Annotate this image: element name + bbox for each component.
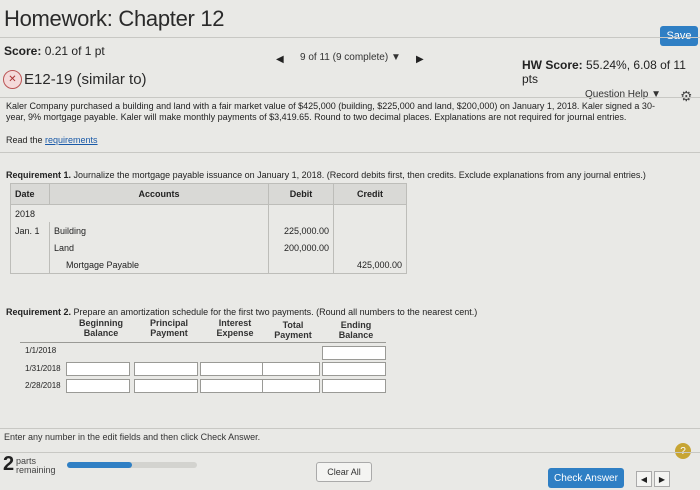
- table-row: 2018: [10, 204, 407, 223]
- hint-text: Enter any number in the edit fields and …: [4, 432, 261, 442]
- date-cell: 2/28/2018: [25, 381, 61, 390]
- question-id: E12-19 (similar to): [24, 71, 147, 88]
- caret-left-icon[interactable]: ◀: [636, 471, 652, 487]
- progress-bar: [67, 462, 197, 468]
- credit-cell: [333, 204, 407, 222]
- divider: [20, 342, 386, 343]
- divider: [0, 97, 700, 98]
- ending-balance-input[interactable]: [322, 379, 386, 393]
- debit-cell: [268, 256, 334, 274]
- debit-header: Debit: [268, 183, 334, 205]
- requirement-1-instruction: Requirement 1. Journalize the mortgage p…: [6, 170, 686, 180]
- score-label: Score:: [4, 44, 42, 58]
- score-value: 0.21 of 1 pt: [44, 44, 105, 58]
- ending-balance-input[interactable]: [322, 346, 386, 360]
- progress-bar-fill: [67, 462, 132, 468]
- caret-right-icon[interactable]: ▶: [654, 471, 670, 487]
- ending-balance-input[interactable]: [322, 362, 386, 376]
- dropdown-caret-icon: ▼: [651, 89, 662, 100]
- credit-cell: [333, 222, 407, 239]
- total-payment-input[interactable]: [262, 362, 320, 376]
- hw-score-label: HW Score:: [522, 58, 583, 72]
- parts-remaining-count: 2: [3, 453, 15, 475]
- debit-cell: [268, 204, 334, 222]
- year-cell: 2018: [10, 204, 50, 222]
- beginning-balance-input[interactable]: [66, 362, 130, 376]
- beginning-balance-header: Beginning Balance: [79, 318, 123, 338]
- check-answer-button[interactable]: Check Answer: [548, 468, 624, 488]
- account-cell: [50, 205, 269, 223]
- question-count: 9 of 11 (9 complete): [300, 52, 389, 63]
- beginning-balance-input[interactable]: [66, 379, 130, 393]
- clear-all-button[interactable]: Clear All: [316, 462, 372, 482]
- hw-score: HW Score: 55.24%, 6.08 of 11 pts: [522, 58, 700, 86]
- requirement-1-label: Requirement 1.: [6, 170, 72, 180]
- requirement-2-instruction: Requirement 2. Prepare an amortization s…: [6, 307, 686, 317]
- interest-expense-input[interactable]: [200, 379, 264, 393]
- dropdown-caret-icon: ▼: [390, 52, 401, 63]
- account-cell: Mortgage Payable: [49, 256, 269, 274]
- page-title: Homework: Chapter 12: [4, 6, 225, 31]
- principal-payment-input[interactable]: [134, 379, 198, 393]
- divider: [0, 152, 700, 153]
- date-header: Date: [10, 183, 50, 205]
- account-cell: Building: [49, 222, 269, 239]
- principal-payment-header: Principal Payment: [149, 318, 188, 338]
- principal-payment-input[interactable]: [134, 362, 198, 376]
- save-button[interactable]: Save: [660, 26, 698, 46]
- divider: [0, 452, 700, 453]
- divider: [0, 428, 700, 429]
- interest-expense-header: Interest Expense: [216, 318, 254, 338]
- credit-header: Credit: [333, 183, 407, 205]
- date-cell: 1/1/2018: [25, 346, 57, 355]
- total-payment-input[interactable]: [262, 379, 320, 393]
- parts-remaining-label: parts remaining: [16, 457, 56, 475]
- credit-cell: [333, 239, 407, 256]
- total-payment-header: Total Payment: [274, 320, 312, 340]
- table-row: Mortgage Payable 425,000.00: [10, 256, 407, 274]
- help-question-icon[interactable]: ?: [675, 443, 691, 459]
- date-cell: Jan. 1: [10, 222, 50, 239]
- account-cell: Land: [49, 239, 269, 256]
- requirement-1-text: Journalize the mortgage payable issuance…: [71, 170, 646, 180]
- date-cell: [10, 256, 50, 274]
- read-prefix: Read the: [6, 135, 46, 145]
- caret-right-icon[interactable]: ▶: [416, 54, 424, 65]
- table-row: Land 200,000.00: [10, 239, 407, 256]
- date-cell: [10, 239, 50, 256]
- divider: [0, 37, 700, 38]
- caret-left-icon[interactable]: ◀: [276, 54, 284, 65]
- question-help-dropdown[interactable]: Question Help ▼: [585, 89, 661, 100]
- requirement-2-text: Prepare an amortization schedule for the…: [71, 307, 478, 317]
- debit-cell: 200,000.00: [268, 239, 334, 256]
- question-text: Kaler Company purchased a building and l…: [6, 101, 655, 122]
- table-row: Jan. 1 Building 225,000.00: [10, 222, 407, 239]
- question-nav-dropdown[interactable]: 9 of 11 (9 complete) ▼: [300, 52, 401, 63]
- accounts-header: Accounts: [49, 183, 269, 205]
- journal-entry-table: Date Accounts Debit Credit 2018 Jan. 1 B…: [10, 183, 407, 274]
- credit-cell: 425,000.00: [333, 256, 407, 274]
- question-help-label: Question Help: [585, 89, 649, 100]
- ending-balance-header: Ending Balance: [338, 320, 374, 340]
- date-cell: 1/31/2018: [25, 364, 61, 373]
- debit-cell: 225,000.00: [268, 222, 334, 239]
- interest-expense-input[interactable]: [200, 362, 264, 376]
- score: Score: 0.21 of 1 pt: [4, 44, 105, 58]
- incorrect-x-icon: ✕: [3, 70, 22, 89]
- requirements-link[interactable]: requirements: [45, 135, 98, 145]
- read-requirements: Read the requirements: [6, 135, 98, 145]
- requirement-2-label: Requirement 2.: [6, 307, 72, 317]
- remaining-label: remaining: [16, 465, 56, 475]
